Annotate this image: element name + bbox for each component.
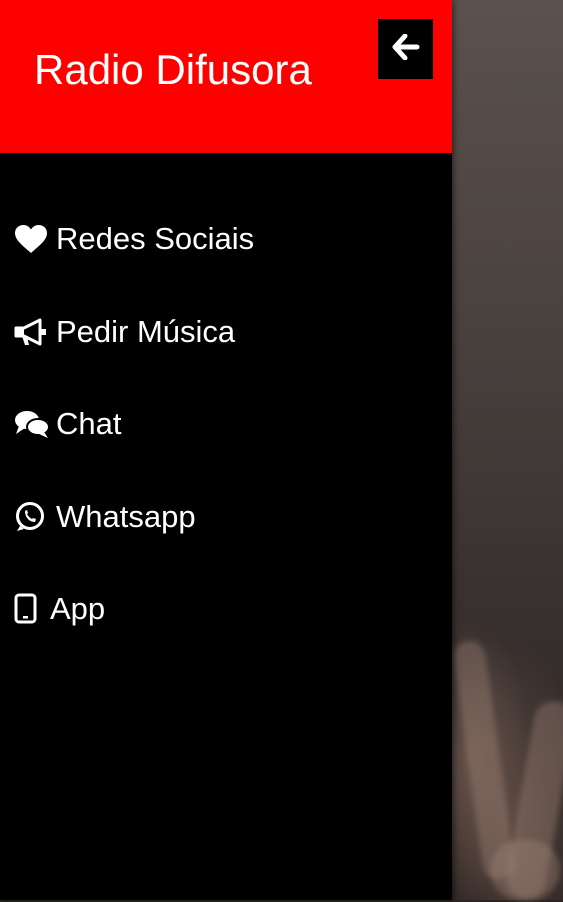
- menu-item-pedir-musica[interactable]: Pedir Música: [0, 286, 452, 379]
- close-drawer-button[interactable]: [378, 19, 433, 79]
- menu-item-label: Pedir Música: [56, 313, 236, 349]
- menu-item-label: Whatsapp: [56, 498, 196, 534]
- menu-item-label: Chat: [56, 406, 122, 442]
- tablet-icon: [14, 591, 44, 627]
- megaphone-icon: [14, 314, 50, 350]
- menu-item-label: Redes Sociais: [56, 221, 255, 257]
- photo-shape: [490, 840, 560, 900]
- arrow-left-icon: [392, 33, 420, 65]
- navigation-drawer: Radio Difusora Redes Sociais Pedir Músic…: [0, 0, 452, 900]
- menu-item-app[interactable]: App: [0, 563, 452, 656]
- app-title: Radio Difusora: [34, 46, 312, 93]
- menu-item-label: App: [50, 591, 106, 627]
- heart-icon: [14, 221, 50, 257]
- chat-bubbles-icon: [14, 406, 50, 442]
- menu-item-redes-sociais[interactable]: Redes Sociais: [0, 193, 452, 286]
- whatsapp-icon: [14, 499, 50, 535]
- menu-item-chat[interactable]: Chat: [0, 378, 452, 471]
- menu-item-whatsapp[interactable]: Whatsapp: [0, 471, 452, 564]
- drawer-menu: Redes Sociais Pedir Música Chat Whatsapp…: [0, 193, 452, 656]
- drawer-header: Radio Difusora: [0, 0, 452, 153]
